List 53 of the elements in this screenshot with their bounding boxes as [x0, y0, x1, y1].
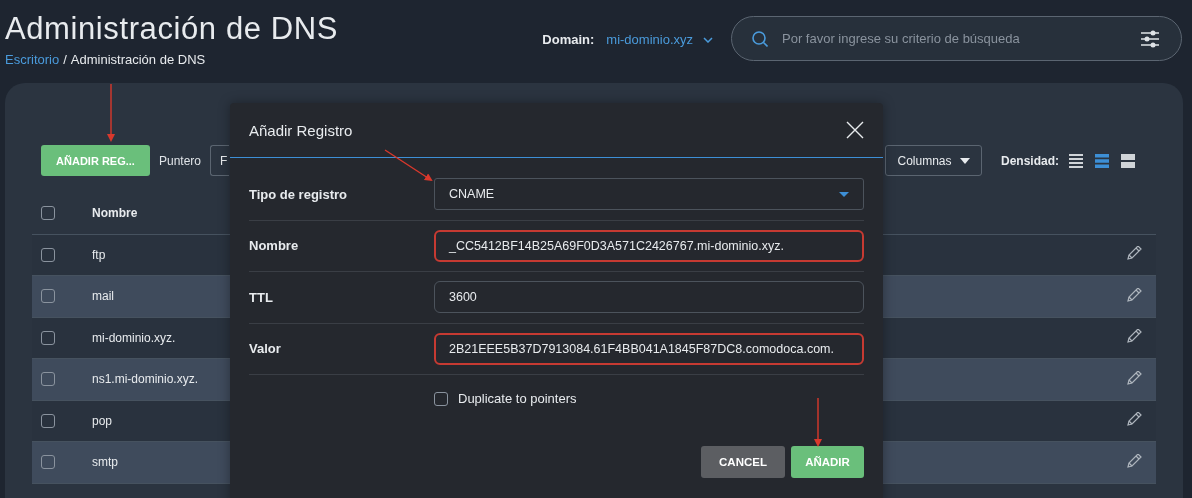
column-header: Nombre [92, 206, 138, 221]
input-field[interactable]: 3600 [434, 281, 864, 314]
table-cell: pop [92, 413, 113, 428]
chevron-down-icon [703, 36, 713, 43]
close-icon[interactable] [846, 121, 864, 139]
caret-down-icon [839, 191, 849, 197]
search-field[interactable]: Por favor ingrese su criterio de búsqueda [731, 16, 1182, 61]
page-title: Administración de DNS [5, 12, 340, 46]
domain-label: Domain: [542, 32, 595, 47]
density-standard-icon[interactable] [1095, 153, 1109, 168]
annotation-arrow [384, 149, 433, 182]
search-placeholder: Por favor ingrese su criterio de búsqueda [782, 31, 1021, 46]
field-label: Valor [249, 341, 282, 357]
checkbox[interactable] [41, 330, 55, 345]
checkbox[interactable] [41, 413, 55, 428]
breadcrumb-separator: / [63, 52, 67, 67]
breadcrumb-link[interactable]: Escritorio [5, 52, 60, 67]
input-field[interactable]: _CC5412BF14B25A69F0D3A571C2426767.mi-dominio.xyz. [434, 229, 864, 262]
breadcrumb-current: Administración de DNS [70, 52, 206, 67]
checkbox[interactable] [41, 289, 55, 304]
annotation-arrow [107, 83, 115, 142]
columns-button[interactable]: Columnas [885, 145, 982, 176]
table-cell: mi-dominio.xyz. [92, 330, 176, 345]
checkbox[interactable] [41, 206, 55, 221]
table-cell: smtp [92, 455, 118, 470]
filter-icon[interactable] [1141, 29, 1159, 48]
caret-down-icon [959, 157, 970, 164]
checkbox[interactable] [41, 455, 55, 470]
density-comfortable-icon[interactable] [1121, 153, 1135, 168]
checkbox-label: Duplicate to pointers [458, 391, 577, 406]
dialog-title: Añadir Registro [249, 121, 354, 139]
pointer-label: Puntero [159, 153, 202, 168]
checkbox[interactable] [41, 372, 55, 387]
field-label: Tipo de registro [249, 186, 348, 202]
field-label: Nombre [249, 238, 300, 254]
density-label: Densidad: [1001, 153, 1059, 168]
density-compact-icon[interactable] [1069, 153, 1083, 168]
checkbox[interactable] [41, 247, 55, 262]
cancel-button[interactable]: CANCEL [701, 446, 785, 478]
pencil-icon[interactable] [1125, 287, 1142, 305]
table-cell: ns1.mi-dominio.xyz. [92, 372, 199, 387]
domain-selector[interactable]: mi-dominio.xyz [606, 32, 713, 47]
pencil-icon[interactable] [1125, 453, 1142, 471]
checkbox[interactable] [434, 391, 448, 406]
annotation-arrow [814, 397, 822, 447]
search-icon [752, 30, 768, 47]
record-type-select[interactable]: CNAME [434, 178, 864, 211]
table-cell: ftp [92, 247, 106, 262]
input-field[interactable]: 2B21EEE5B37D7913084.61F4BB041A1845F87DC8.comodoca.com. [434, 332, 864, 365]
field-label: TTL [249, 289, 274, 305]
table-cell: mail [92, 289, 114, 304]
pencil-icon[interactable] [1125, 370, 1142, 388]
pointer-field[interactable]: F [210, 145, 230, 176]
